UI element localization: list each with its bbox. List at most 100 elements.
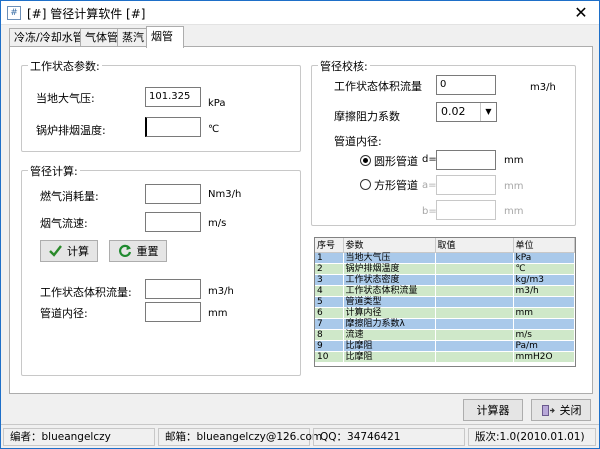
close-app-button[interactable]: 关闭 (531, 399, 591, 421)
row-param: 计算内径 (343, 307, 436, 319)
inner-diameter-output[interactable] (145, 302, 201, 322)
row-param: 流速 (343, 329, 436, 341)
app-icon: # (7, 6, 21, 20)
row-unit: m/s (513, 329, 575, 341)
status-editor: 编者：blueangelczy (3, 428, 155, 446)
row-index: 2 (315, 263, 344, 275)
row-param: 当地大气压 (343, 252, 436, 264)
row-unit: kg/m3 (513, 274, 575, 286)
table-row[interactable]: 10 比摩阻 mmH2O (315, 351, 575, 363)
row-index: 5 (315, 296, 344, 308)
close-window-button[interactable]: ✕ (567, 3, 595, 23)
round-d-label: d= (422, 154, 437, 165)
col-header-value[interactable]: 取值 (435, 238, 514, 253)
flue-speed-unit: m/s (208, 218, 227, 229)
row-unit (513, 296, 575, 308)
row-param: 比摩阻 (343, 340, 436, 352)
calculate-label: 计算 (67, 245, 89, 258)
close-app-label: 关闭 (559, 404, 582, 417)
row-param: 管道类型 (343, 296, 436, 308)
row-value (435, 285, 514, 297)
row-unit: kPa (513, 252, 575, 264)
work-params-title: 工作状态参数: (28, 58, 102, 74)
table-row[interactable]: 7 摩擦阻力系数λ (315, 318, 575, 330)
round-pipe-radio[interactable] (360, 155, 371, 166)
fuel-consumption-label: 燃气消耗量: (40, 190, 99, 203)
work-params-group: 工作状态参数: 当地大气压: 101.325 kPa 锅炉排烟温度: ℃ (21, 58, 301, 152)
status-bar: 编者：blueangelczy 邮箱：blueangelczy@126.com … (1, 424, 599, 448)
check-flow-unit: m3/h (530, 82, 556, 93)
flue-temp-input[interactable] (145, 117, 201, 137)
square-a-input[interactable] (436, 175, 496, 195)
table-row[interactable]: 5 管道类型 (315, 296, 575, 308)
flue-temp-label: 锅炉排烟温度: (36, 124, 106, 137)
round-diameter-input[interactable] (436, 150, 496, 170)
row-value (435, 296, 514, 308)
flue-speed-input[interactable] (145, 212, 201, 232)
flue-temp-unit: ℃ (208, 124, 220, 135)
round-pipe-label: 圆形管道 (374, 155, 418, 168)
fuel-consumption-input[interactable] (145, 184, 201, 204)
row-unit: mm (513, 307, 575, 319)
status-qq: QQ：34746421 (313, 428, 465, 446)
col-header-index[interactable]: 序号 (315, 238, 344, 253)
check-flow-label: 工作状态体积流量 (334, 80, 422, 93)
col-header-param[interactable]: 参数 (343, 238, 436, 253)
reset-button[interactable]: 重置 (109, 240, 167, 262)
pressure-unit: kPa (208, 98, 226, 109)
tab-gas-pipe[interactable]: 气体管 (80, 28, 118, 47)
check-flow-input[interactable]: 0 (436, 75, 496, 95)
tab-flue-pipe[interactable]: 烟管 (146, 26, 184, 48)
pipe-check-group: 管径校核: 工作状态体积流量 0 m3/h 摩擦阻力系数 0.02 ▼ 管道内径… (311, 58, 576, 226)
volume-flow-unit: m3/h (208, 286, 234, 297)
flue-speed-label: 烟气流速: (40, 217, 88, 230)
table-row[interactable]: 8 流速 m/s (315, 329, 575, 341)
col-header-unit[interactable]: 单位 (513, 238, 575, 253)
inner-diameter-unit: mm (208, 308, 228, 319)
fuel-consumption-unit: Nm3/h (208, 189, 242, 200)
table-row[interactable]: 9 比摩阻 Pa/m (315, 340, 575, 352)
table-row[interactable]: 1 当地大气压 kPa (315, 252, 575, 264)
refresh-icon (118, 244, 131, 257)
row-index: 7 (315, 318, 344, 330)
row-index: 3 (315, 274, 344, 286)
square-b-input[interactable] (436, 200, 496, 220)
title-bar: # [#] 管径计算软件 [#] ✕ (1, 1, 599, 25)
status-email: 邮箱：blueangelczy@126.com (158, 428, 322, 446)
check-diameter-label: 管道内径: (334, 135, 382, 148)
row-param: 比摩阻 (343, 351, 436, 363)
row-value (435, 274, 514, 286)
row-value (435, 351, 514, 363)
row-unit: m3/h (513, 285, 575, 297)
row-param: 锅炉排烟温度 (343, 263, 436, 275)
tab-chilled-water[interactable]: 冷冻/冷却水管 (9, 28, 84, 47)
table-row[interactable]: 3 工作状态密度 kg/m3 (315, 274, 575, 286)
table-row[interactable]: 4 工作状态体积流量 m3/h (315, 285, 575, 297)
results-grid[interactable]: 序号 参数 取值 单位 1 当地大气压 kPa 2 锅炉排烟温度 ℃ 3 工作状态密度 kg… (314, 237, 576, 367)
inner-diameter-label: 管道内径: (40, 307, 88, 320)
tab-steam[interactable]: 蒸汽 (117, 28, 147, 47)
pressure-input[interactable]: 101.325 (145, 87, 201, 107)
row-unit (513, 318, 575, 330)
table-row[interactable]: 2 锅炉排烟温度 ℃ (315, 263, 575, 275)
calculator-button[interactable]: 计算器 (463, 399, 523, 421)
row-index: 9 (315, 340, 344, 352)
reset-label: 重置 (136, 245, 159, 258)
round-diameter-unit: mm (504, 155, 524, 166)
row-unit: Pa/m (513, 340, 575, 352)
calculate-button[interactable]: 计算 (40, 240, 98, 262)
table-row[interactable]: 6 计算内径 mm (315, 307, 575, 319)
square-b-label: b= (422, 206, 437, 217)
pipe-check-title: 管径校核: (318, 58, 370, 74)
square-a-label: a= (422, 180, 437, 191)
pressure-label: 当地大气压: (36, 92, 95, 105)
square-pipe-label: 方形管道 (374, 179, 418, 192)
square-pipe-radio[interactable] (360, 179, 371, 190)
row-value (435, 263, 514, 275)
row-param: 工作状态体积流量 (343, 285, 436, 297)
row-value (435, 340, 514, 352)
friction-select[interactable]: 0.02 ▼ (436, 102, 497, 122)
row-value (435, 318, 514, 330)
volume-flow-output[interactable] (145, 279, 201, 299)
row-index: 8 (315, 329, 344, 341)
